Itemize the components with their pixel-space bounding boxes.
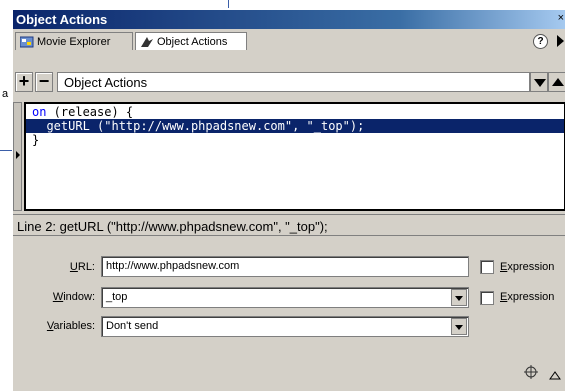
- move-up-icon[interactable]: [548, 72, 565, 92]
- variables-label: Variables:: [46, 320, 95, 332]
- tab-object-actions[interactable]: Object Actions: [135, 32, 247, 50]
- window-combobox[interactable]: _top: [101, 287, 469, 308]
- window-expression-checkbox[interactable]: [480, 291, 494, 305]
- background-guide-line: [0, 150, 12, 151]
- variables-value: Don't send: [106, 320, 159, 332]
- panel-title: Object Actions: [16, 12, 108, 27]
- actions-toolbar: + − Object Actions: [13, 72, 565, 94]
- code-line[interactable]: }: [26, 133, 564, 147]
- window-expression-label: Expression: [500, 291, 555, 303]
- remove-action-button[interactable]: −: [35, 72, 53, 92]
- target-crosshair-icon[interactable]: [524, 365, 538, 382]
- collapse-handle[interactable]: [13, 102, 22, 211]
- script-editor[interactable]: on (release) { getURL ("http://www.phpad…: [24, 102, 565, 211]
- tab-bar: Movie Explorer Object Actions ?: [13, 29, 565, 51]
- window-value: _top: [106, 291, 128, 303]
- add-action-button[interactable]: +: [15, 72, 33, 92]
- url-input[interactable]: http://www.phpadsnew.com: [101, 256, 469, 277]
- tab-label: Object Actions: [157, 35, 228, 48]
- url-label: URL:: [69, 261, 95, 273]
- background-document: [0, 0, 12, 391]
- tab-label: Movie Explorer: [37, 35, 111, 48]
- actions-arrow-icon: [140, 36, 154, 48]
- toolbar-title: Object Actions: [57, 72, 530, 92]
- url-expression-label: Expression: [500, 261, 555, 273]
- panel-menu-arrow-icon[interactable]: [557, 35, 564, 47]
- status-line: Line 2: getURL ("http://www.phpadsnew.co…: [13, 214, 565, 236]
- panel-titlebar[interactable]: Object Actions ×: [13, 10, 565, 29]
- help-icon[interactable]: ?: [533, 34, 548, 49]
- chevron-down-icon[interactable]: [451, 289, 467, 306]
- background-guide-tick: [228, 0, 229, 8]
- code-line[interactable]: on (release) {: [26, 105, 564, 119]
- collapse-params-icon[interactable]: [549, 367, 561, 383]
- window-label: Window:: [52, 291, 95, 303]
- close-icon[interactable]: ×: [558, 12, 564, 24]
- chevron-down-icon[interactable]: [451, 318, 467, 335]
- move-down-icon[interactable]: [530, 72, 548, 92]
- url-expression-checkbox[interactable]: [480, 260, 494, 274]
- object-actions-panel: Object Actions × Movie Explorer Object A…: [12, 10, 565, 391]
- movie-explorer-icon: [19, 36, 34, 48]
- tab-movie-explorer[interactable]: Movie Explorer: [15, 32, 133, 50]
- code-line-selected[interactable]: getURL ("http://www.phpadsnew.com", "_to…: [26, 119, 564, 133]
- background-text: a: [2, 88, 9, 100]
- variables-combobox[interactable]: Don't send: [101, 316, 469, 337]
